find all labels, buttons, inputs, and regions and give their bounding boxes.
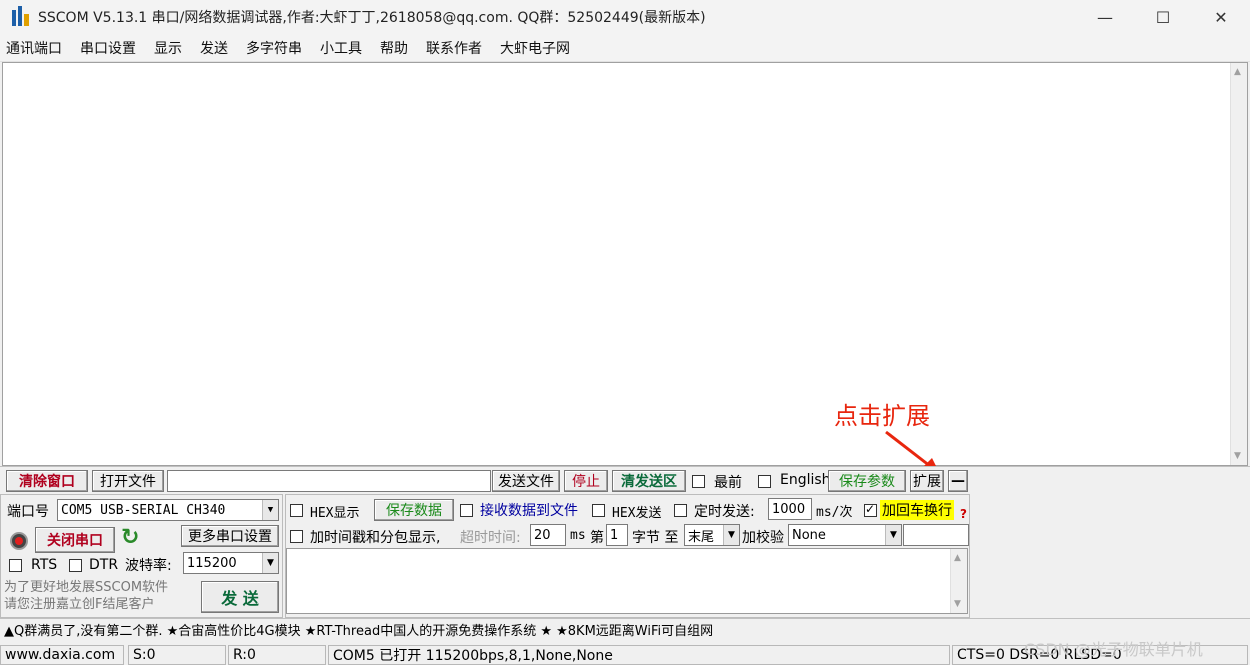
menu-display[interactable]: 显示 xyxy=(154,38,182,58)
receive-area[interactable]: ▲ ▼ xyxy=(2,62,1248,466)
open-file-button[interactable]: 打开文件 xyxy=(92,470,164,492)
rts-label: RTS xyxy=(31,557,58,573)
byte-from-label: 第 xyxy=(590,530,604,546)
menu-contact[interactable]: 联系作者 xyxy=(426,38,482,58)
menu-help[interactable]: 帮助 xyxy=(380,38,408,58)
send-file-button[interactable]: 发送文件 xyxy=(492,470,560,492)
file-path-input[interactable] xyxy=(167,470,491,492)
port-settings-panel: 端口号 COM5 USB-SERIAL CH340 ▼ 关闭串口 ↻ 更多串口设… xyxy=(0,494,283,618)
menu-send[interactable]: 发送 xyxy=(200,38,228,58)
timed-send-label: 定时发送: xyxy=(694,504,755,520)
recv-to-file-label: 接收数据到文件 xyxy=(480,503,578,519)
checksum-label: 加校验 xyxy=(742,530,784,546)
timeout-input[interactable]: 20 xyxy=(530,524,566,546)
add-crlf-label: 加回车换行 xyxy=(880,500,954,520)
menu-daxia-site[interactable]: 大虾电子网 xyxy=(500,38,570,58)
minimize-button[interactable]: — xyxy=(1076,0,1134,34)
window-title: SSCOM V5.13.1 串口/网络数据调试器,作者:大虾丁丁,2618058… xyxy=(38,10,706,26)
baud-value: 115200 xyxy=(187,555,237,571)
help-icon[interactable]: ? xyxy=(960,507,967,521)
annotation-text: 点击扩展 xyxy=(834,402,930,430)
stop-button[interactable]: 停止 xyxy=(564,470,608,492)
checksum-select[interactable]: None ▼ xyxy=(788,524,902,546)
interval-unit: ms/次 xyxy=(816,505,853,520)
port-label: 端口号 xyxy=(7,504,49,520)
expand-button[interactable]: 扩展 xyxy=(910,470,944,492)
toolbar: 清除窗口 打开文件 发送文件 停止 清发送区 最前 English 保存参数 扩… xyxy=(0,466,1250,494)
close-button[interactable]: ✕ xyxy=(1192,0,1250,34)
status-recv-count: R:0 xyxy=(228,645,326,665)
scroll-down-icon[interactable]: ▼ xyxy=(954,599,961,609)
send-scrollbar[interactable]: ▲ ▼ xyxy=(950,549,967,613)
watermark: CSDN @光子物联单片机 xyxy=(1024,640,1203,659)
interval-input[interactable]: 1000 xyxy=(768,498,812,520)
scroll-up-icon[interactable]: ▲ xyxy=(954,553,961,563)
clear-send-button[interactable]: 清发送区 xyxy=(612,470,686,492)
always-on-top-label: 最前 xyxy=(714,475,742,491)
chevron-down-icon[interactable]: ▼ xyxy=(885,525,901,545)
baud-label: 波特率: xyxy=(125,558,172,574)
rts-checkbox[interactable] xyxy=(9,559,22,572)
english-label: English xyxy=(780,472,831,488)
port-value: COM5 USB-SERIAL CH340 xyxy=(61,502,226,518)
status-sent-count: S:0 xyxy=(128,645,226,665)
menu-tools[interactable]: 小工具 xyxy=(320,38,362,58)
byte-to-value: 末尾 xyxy=(688,529,715,545)
menu-comm-port[interactable]: 通讯端口 xyxy=(6,38,62,58)
dtr-label: DTR xyxy=(89,557,119,573)
timeout-label: 超时时间: xyxy=(460,530,521,546)
timed-send-checkbox[interactable] xyxy=(674,504,687,517)
add-crlf-checkbox[interactable] xyxy=(864,502,877,517)
receive-scrollbar[interactable]: ▲ ▼ xyxy=(1230,63,1247,465)
maximize-button[interactable]: ☐ xyxy=(1134,0,1192,34)
baud-select[interactable]: 115200 ▼ xyxy=(183,552,279,574)
app-window: SSCOM V5.13.1 串口/网络数据调试器,作者:大虾丁丁,2618058… xyxy=(0,0,1250,665)
clear-window-button[interactable]: 清除窗口 xyxy=(6,470,88,492)
chevron-down-icon[interactable]: ▼ xyxy=(262,553,278,573)
scroll-up-icon[interactable]: ▲ xyxy=(1234,67,1241,77)
collapse-button[interactable]: — xyxy=(948,470,968,492)
chevron-down-icon[interactable]: ▼ xyxy=(262,500,278,520)
save-params-button[interactable]: 保存参数 xyxy=(828,470,906,492)
chevron-down-icon[interactable]: ▼ xyxy=(723,525,739,545)
hex-display-label: HEX显示 xyxy=(310,506,360,521)
refresh-icon[interactable]: ↻ xyxy=(121,525,139,550)
dtr-checkbox[interactable] xyxy=(69,559,82,572)
menu-serial-settings[interactable]: 串口设置 xyxy=(80,38,136,58)
send-button[interactable]: 发 送 xyxy=(201,581,279,613)
status-port-state: COM5 已打开 115200bps,8,1,None,None xyxy=(328,645,950,665)
scroll-down-icon[interactable]: ▼ xyxy=(1234,451,1241,461)
menu-bar: 通讯端口 串口设置 显示 发送 多字符串 小工具 帮助 联系作者 大虾电子网 xyxy=(0,34,1250,62)
checksum-value: None xyxy=(792,527,826,543)
checksum-result-field xyxy=(903,524,969,546)
more-settings-button[interactable]: 更多串口设置 xyxy=(181,525,279,547)
english-checkbox[interactable] xyxy=(758,475,771,488)
app-logo-icon xyxy=(10,6,32,28)
hex-send-checkbox[interactable] xyxy=(592,504,605,517)
close-port-button[interactable]: 关闭串口 xyxy=(35,527,115,553)
title-bar: SSCOM V5.13.1 串口/网络数据调试器,作者:大虾丁丁,2618058… xyxy=(0,0,1250,34)
port-select[interactable]: COM5 USB-SERIAL CH340 ▼ xyxy=(57,499,279,521)
hex-send-label: HEX发送 xyxy=(612,506,662,521)
save-data-button[interactable]: 保存数据 xyxy=(374,499,454,521)
always-on-top-checkbox[interactable] xyxy=(692,475,705,488)
timestamp-checkbox[interactable] xyxy=(290,530,303,543)
menu-multi-string[interactable]: 多字符串 xyxy=(246,38,302,58)
byte-to-select[interactable]: 末尾 ▼ xyxy=(684,524,740,546)
timeout-unit: ms xyxy=(570,528,586,543)
byte-from-input[interactable]: 1 xyxy=(606,524,628,546)
recv-to-file-checkbox[interactable] xyxy=(460,504,473,517)
send-text-area[interactable]: ▲ ▼ xyxy=(286,548,968,614)
register-hint: 为了更好地发展SSCOM软件 请您注册嘉立创F结尾客户 xyxy=(4,580,169,612)
timestamp-label: 加时间戳和分包显示, xyxy=(310,530,441,546)
status-site[interactable]: www.daxia.com xyxy=(0,645,124,665)
hex-display-checkbox[interactable] xyxy=(290,504,303,517)
port-status-icon xyxy=(10,532,28,550)
byte-to-label: 字节 至 xyxy=(632,530,679,546)
